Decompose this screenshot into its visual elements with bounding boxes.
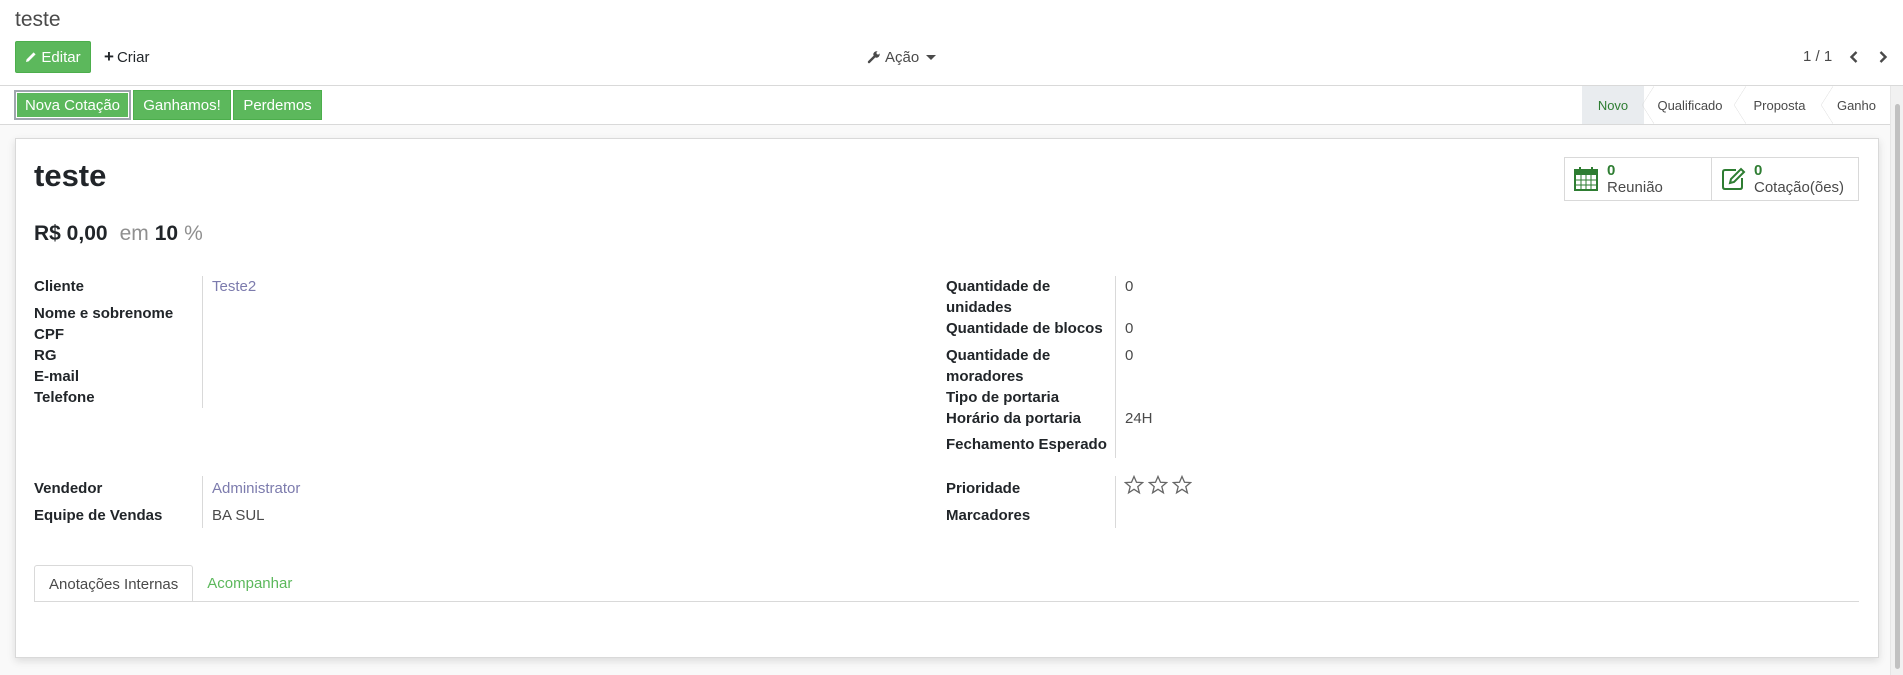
edit-button[interactable]: Editar: [15, 41, 91, 73]
full-name-label: Nome e sobrenome: [34, 305, 174, 322]
mark-won-button[interactable]: Ganhamos!: [133, 90, 231, 120]
pager-previous-button[interactable]: [1843, 46, 1865, 68]
plus-icon: +: [104, 47, 114, 66]
star-icon[interactable]: [1124, 475, 1144, 495]
sales-team-value[interactable]: BA SUL: [212, 505, 265, 526]
caret-down-icon: [926, 54, 937, 60]
meetings-smart-button[interactable]: 0 Reunião: [1564, 157, 1712, 201]
sales-team-label: Equipe de Vendas: [34, 507, 163, 524]
cpf-label: CPF: [34, 326, 64, 343]
field-divider: [202, 476, 203, 528]
tab-internal-notes[interactable]: Anotações Internas: [34, 565, 194, 602]
revenue-amount: R$ 0,00: [34, 222, 108, 245]
pager-next-button[interactable]: [1872, 46, 1894, 68]
expected-closing-label: Fechamento Esperado: [946, 436, 1107, 453]
expected-revenue: R$ 0,00 em 10 %: [34, 222, 203, 246]
percent-sign: %: [184, 222, 203, 245]
scrollbar-thumb[interactable]: [1895, 104, 1900, 669]
meetings-label: Reunião: [1607, 179, 1663, 196]
tab-divider: [34, 601, 1859, 602]
quotations-label: Cotação(ões): [1754, 179, 1845, 196]
pencil-icon: [26, 52, 37, 62]
blocks-value[interactable]: 0: [1125, 318, 1133, 339]
probability-value: 10: [154, 222, 179, 245]
new-quotation-button[interactable]: Nova Cotação: [14, 90, 131, 120]
notebook-tabs: Anotações Internas Acompanhar: [34, 565, 306, 602]
customer-label: Cliente: [34, 278, 85, 295]
blocks-label: Quantidade de blocos: [946, 320, 1103, 337]
salesperson-label: Vendedor: [34, 480, 103, 497]
field-divider: [1115, 476, 1116, 528]
gate-hours-value[interactable]: 24H: [1125, 408, 1153, 429]
customer-link[interactable]: Teste2: [212, 276, 256, 297]
meetings-count: 0: [1607, 162, 1616, 179]
rg-label: RG: [34, 347, 57, 364]
edit-button-label: Editar: [41, 48, 81, 66]
units-value[interactable]: 0: [1125, 276, 1133, 297]
quotations-count: 0: [1754, 162, 1763, 179]
star-icon[interactable]: [1148, 475, 1168, 495]
stage-qualificado[interactable]: Qualificado: [1642, 86, 1736, 124]
residents-value[interactable]: 0: [1125, 345, 1133, 366]
breadcrumb[interactable]: teste: [15, 8, 61, 32]
stage-pipeline: Novo Qualificado Proposta Ganho: [1582, 86, 1890, 124]
stage-proposta[interactable]: Proposta: [1734, 86, 1823, 124]
gate-type-label: Tipo de portaria: [946, 389, 1060, 406]
create-button[interactable]: + Criar: [104, 41, 149, 73]
priority-label: Prioridade: [946, 480, 1021, 497]
calendar-icon: [1574, 167, 1598, 191]
mark-lost-button[interactable]: Perdemos: [233, 90, 322, 120]
priority-stars: [1124, 475, 1192, 495]
pager-value[interactable]: 1 / 1: [1803, 48, 1832, 65]
action-label: Ação: [885, 48, 920, 66]
email-label: E-mail: [34, 368, 80, 385]
record-title: teste: [34, 158, 107, 193]
chevron-left-icon: [1849, 51, 1858, 63]
residents-label: Quantidade de moradores: [946, 347, 1051, 385]
tab-tracking[interactable]: Acompanhar: [193, 565, 306, 602]
field-divider: [202, 276, 203, 408]
revenue-at-label: em: [119, 222, 149, 245]
stage-novo[interactable]: Novo: [1582, 86, 1644, 124]
wrench-icon: [867, 51, 880, 64]
control-panel: teste Editar + Criar Ação 1 / 1: [0, 0, 1903, 86]
edit-icon: [1722, 167, 1746, 190]
phone-label: Telefone: [34, 389, 95, 406]
gate-hours-label: Horário da portaria: [946, 410, 1082, 427]
field-divider: [1115, 276, 1116, 458]
create-button-label: Criar: [116, 48, 150, 66]
salesperson-link[interactable]: Administrator: [212, 478, 300, 499]
tags-label: Marcadores: [946, 507, 1031, 524]
units-label: Quantidade de unidades: [946, 278, 1051, 316]
statusbar: Nova Cotação Ganhamos! Perdemos Novo Qua…: [0, 86, 1890, 125]
quotations-smart-button[interactable]: 0 Cotação(ões): [1711, 157, 1859, 201]
chevron-right-icon: [1879, 51, 1888, 63]
star-icon[interactable]: [1172, 475, 1192, 495]
action-dropdown[interactable]: Ação: [867, 41, 937, 73]
stage-ganho[interactable]: Ganho: [1821, 86, 1890, 124]
